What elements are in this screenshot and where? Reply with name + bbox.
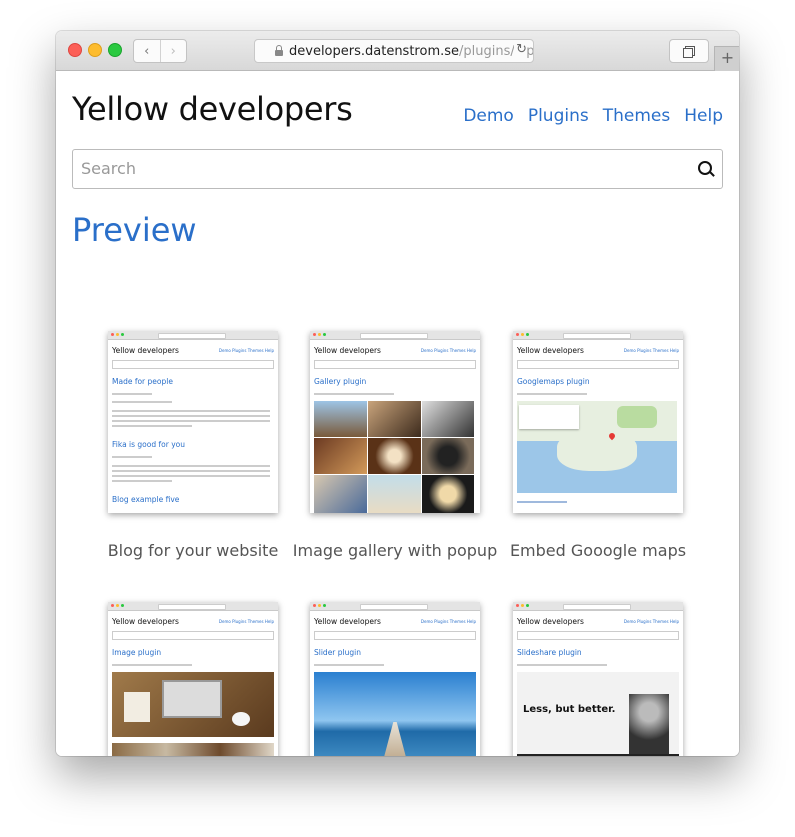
- mini-nav: Demo Plugins Themes Help: [623, 348, 679, 353]
- show-tabs-button[interactable]: [669, 39, 709, 63]
- preview-thumbnail[interactable]: Yellow developers Demo Plugins Themes He…: [513, 331, 683, 513]
- forward-button[interactable]: ›: [159, 40, 187, 62]
- web-page: Yellow developers Demo Plugins Themes He…: [56, 71, 739, 756]
- mini-post-title: Image plugin: [112, 648, 162, 657]
- preview-thumbnail[interactable]: Yellow developers Demo Plugins Themes He…: [108, 331, 278, 513]
- title-bar: ‹ › developers.datenstrom.se/plugins/z-p…: [56, 31, 739, 71]
- new-tab-button[interactable]: +: [714, 46, 739, 71]
- mini-site-title: Yellow developers: [314, 617, 381, 626]
- mini-site-title: Yellow developers: [517, 346, 584, 355]
- mini-nav: Demo Plugins Themes Help: [623, 619, 679, 624]
- address-bar[interactable]: developers.datenstrom.se/plugins/z-p ↻: [254, 39, 534, 63]
- close-window-button[interactable]: [68, 43, 82, 57]
- mini-post-title: Blog example five: [112, 495, 180, 504]
- mini-site-title: Yellow developers: [314, 346, 381, 355]
- gallery-thumbnails: [314, 401, 474, 513]
- preview-thumbnail[interactable]: Yellow developers Demo Plugins Themes He…: [310, 602, 480, 756]
- mini-post-title: Fika is good for you: [112, 440, 185, 449]
- preview-caption: Embed Gooogle maps: [509, 541, 687, 560]
- lock-icon: [275, 45, 283, 56]
- mini-post-title: Googlemaps plugin: [517, 377, 590, 386]
- minimize-window-button[interactable]: [88, 43, 102, 57]
- preview-thumbnail[interactable]: Yellow developers Demo Plugins Themes He…: [310, 331, 480, 513]
- preview-card[interactable]: Yellow developers Demo Plugins Themes He…: [108, 331, 278, 560]
- image-preview: [112, 672, 274, 737]
- url-host: developers.datenstrom.se: [289, 43, 460, 59]
- history-navigation: ‹ ›: [133, 39, 187, 63]
- mini-post-title: Slider plugin: [314, 648, 361, 657]
- back-button[interactable]: ‹: [134, 40, 160, 62]
- mini-site-title: Yellow developers: [517, 617, 584, 626]
- reload-icon[interactable]: ↻: [514, 42, 527, 57]
- mini-nav: Demo Plugins Themes Help: [218, 348, 274, 353]
- mini-nav: Demo Plugins Themes Help: [420, 619, 476, 624]
- mini-post-title: Slideshare plugin: [517, 648, 582, 657]
- slideshare-preview: Less, but better.: [517, 672, 679, 756]
- preview-card[interactable]: Yellow developers Demo Plugins Themes He…: [293, 331, 497, 560]
- preview-thumbnail[interactable]: Yellow developers Demo Plugins Themes He…: [513, 602, 683, 756]
- preview-thumbnail[interactable]: Yellow developers Demo Plugins Themes He…: [108, 602, 278, 756]
- preview-card[interactable]: Yellow developers Demo Plugins Themes He…: [513, 602, 683, 756]
- preview-card[interactable]: Yellow developers Demo Plugins Themes He…: [510, 331, 686, 560]
- mini-post-title: Made for people: [112, 377, 173, 386]
- mini-nav: Demo Plugins Themes Help: [218, 619, 274, 624]
- preview-card[interactable]: Yellow developers Demo Plugins Themes He…: [108, 602, 278, 756]
- mini-post-title: Gallery plugin: [314, 377, 367, 386]
- zoom-window-button[interactable]: [108, 43, 122, 57]
- mini-site-title: Yellow developers: [112, 346, 179, 355]
- map-preview: [517, 401, 677, 493]
- slide-headline: Less, but better.: [523, 704, 616, 715]
- image-thumbnails: [112, 743, 274, 756]
- mini-site-title: Yellow developers: [112, 617, 179, 626]
- browser-window: ‹ › developers.datenstrom.se/plugins/z-p…: [56, 31, 739, 756]
- preview-card[interactable]: Yellow developers Demo Plugins Themes He…: [310, 602, 480, 756]
- mini-nav: Demo Plugins Themes Help: [420, 348, 476, 353]
- slider-preview: [314, 672, 476, 756]
- preview-grid: Yellow developers Demo Plugins Themes He…: [56, 71, 739, 756]
